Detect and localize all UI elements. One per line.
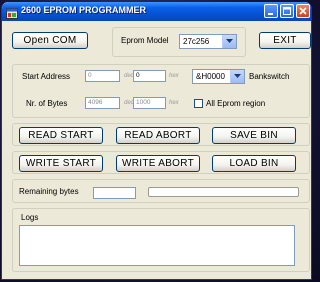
maximize-button[interactable] (280, 4, 294, 18)
client-area: Open COM Eprom Model 27c256 EXIT Start A… (5, 22, 311, 276)
minimize-icon (268, 13, 273, 15)
logs-group: Logs (12, 208, 310, 272)
eprom-model-group: Eprom Model 27c256 (112, 27, 246, 57)
read-start-button[interactable]: READ START (19, 127, 103, 144)
start-address-hex-input[interactable]: 0 (133, 70, 166, 82)
bytes-hex-unit: hex (169, 100, 179, 106)
start-address-label: Start Address (22, 72, 71, 81)
eprom-model-select[interactable]: 27c256 (179, 34, 237, 49)
read-group: READ START READ ABORT SAVE BIN (12, 123, 310, 146)
bytes-hex-input[interactable]: 1000 (133, 97, 166, 109)
all-eprom-checkbox[interactable] (194, 99, 203, 108)
window-title: 2600 EPROM PROGRAMMER (21, 5, 147, 15)
write-group: WRITE START WRITE ABORT LOAD BIN (12, 151, 310, 174)
start-address-dec-input[interactable]: 0 (85, 70, 120, 82)
start-hex-unit: hex (169, 73, 179, 79)
write-start-button[interactable]: WRITE START (19, 155, 103, 172)
close-icon (299, 7, 307, 15)
eprom-model-label: Eprom Model (121, 36, 169, 45)
save-bin-button[interactable]: SAVE BIN (212, 127, 296, 144)
eprom-model-value: 27c256 (183, 37, 210, 46)
logs-label: Logs (21, 213, 39, 222)
open-com-button[interactable]: Open COM (12, 32, 88, 49)
chevron-down-icon (226, 39, 233, 43)
eprom-model-dropdown-arrow[interactable] (222, 35, 236, 48)
all-eprom-label: All Eprom region (206, 99, 266, 108)
main-window: 2600 EPROM PROGRAMMER Open COM Eprom Mod… (1, 2, 312, 280)
address-group: Start Address 0 dec 0 hex &H0000 Bankswi… (12, 64, 310, 118)
bytes-dec-input[interactable]: 4096 (85, 97, 120, 109)
remaining-group: Remaining bytes (12, 179, 310, 203)
read-abort-button[interactable]: READ ABORT (116, 127, 200, 144)
logs-textarea[interactable] (19, 225, 295, 266)
remaining-bytes-label: Remaining bytes (19, 187, 79, 196)
maximize-icon (283, 7, 291, 15)
app-icon (6, 6, 18, 19)
exit-button[interactable]: EXIT (259, 32, 311, 49)
bankswitch-select[interactable]: &H0000 (192, 69, 245, 84)
load-bin-button[interactable]: LOAD BIN (212, 155, 296, 172)
title-bar[interactable]: 2600 EPROM PROGRAMMER (2, 2, 311, 21)
bankswitch-dropdown-arrow[interactable] (230, 70, 244, 83)
progress-bar (148, 187, 299, 197)
chevron-down-icon (234, 74, 241, 78)
remaining-bytes-field (93, 187, 136, 199)
minimize-button[interactable] (264, 4, 278, 18)
write-abort-button[interactable]: WRITE ABORT (116, 155, 200, 172)
nr-bytes-label: Nr. of Bytes (26, 99, 68, 108)
bankswitch-label: Bankswitch (249, 72, 290, 81)
bankswitch-value: &H0000 (196, 72, 225, 81)
close-button[interactable] (296, 4, 310, 18)
